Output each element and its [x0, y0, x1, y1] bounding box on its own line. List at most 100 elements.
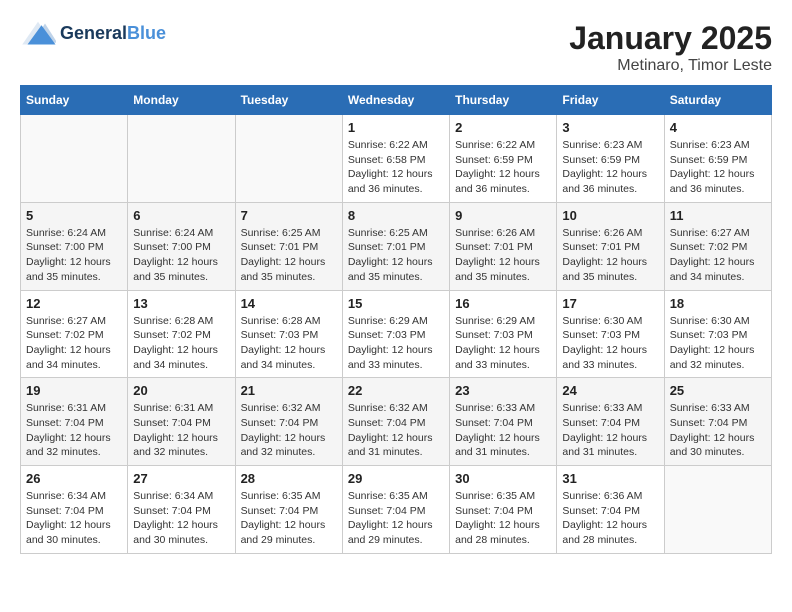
day-info: Sunrise: 6:32 AM Sunset: 7:04 PM Dayligh… [348, 401, 444, 460]
day-number: 28 [241, 471, 337, 486]
day-number: 22 [348, 383, 444, 398]
day-number: 29 [348, 471, 444, 486]
calendar-subtitle: Metinaro, Timor Leste [569, 57, 772, 75]
day-info: Sunrise: 6:23 AM Sunset: 6:59 PM Dayligh… [670, 138, 766, 197]
week-row-5: 26Sunrise: 6:34 AM Sunset: 7:04 PM Dayli… [21, 466, 772, 554]
title-block: January 2025 Metinaro, Timor Leste [569, 20, 772, 75]
calendar-cell: 21 Sunrise: 6:32 AM Sunset: 7:04 PM Dayli… [235, 378, 342, 466]
day-number: 14 [241, 296, 337, 311]
day-number: 5 [26, 208, 122, 223]
calendar-cell: 18 Sunrise: 6:30 AM Sunset: 7:03 PM Dayli… [664, 290, 771, 378]
calendar-cell [664, 466, 771, 554]
day-info: Sunrise: 6:31 AM Sunset: 7:04 PM Dayligh… [26, 401, 122, 460]
calendar-cell: 27Sunrise: 6:34 AM Sunset: 7:04 PM Dayli… [128, 466, 235, 554]
calendar-header-row: SundayMondayTuesdayWednesdayThursdayFrid… [21, 86, 772, 115]
week-row-3: 12Sunrise: 6:27 AM Sunset: 7:02 PM Dayli… [21, 290, 772, 378]
day-number: 1 [348, 120, 444, 135]
day-number: 17 [562, 296, 658, 311]
day-number: 25 [670, 383, 766, 398]
header-day-friday: Friday [557, 86, 664, 115]
day-info: Sunrise: 6:22 AM Sunset: 6:58 PM Dayligh… [348, 138, 444, 197]
day-number: 18 [670, 296, 766, 311]
calendar-cell: 4 Sunrise: 6:23 AM Sunset: 6:59 PM Daylig… [664, 115, 771, 203]
day-number: 31 [562, 471, 658, 486]
calendar-cell [235, 115, 342, 203]
calendar-cell: 28 Sunrise: 6:35 AM Sunset: 7:04 PM Dayli… [235, 466, 342, 554]
calendar-cell: 19Sunrise: 6:31 AM Sunset: 7:04 PM Dayli… [21, 378, 128, 466]
day-info: Sunrise: 6:27 AM Sunset: 7:02 PM Dayligh… [26, 314, 122, 373]
day-info: Sunrise: 6:32 AM Sunset: 7:04 PM Dayligh… [241, 401, 337, 460]
day-info: Sunrise: 6:33 AM Sunset: 7:04 PM Dayligh… [562, 401, 658, 460]
day-info: Sunrise: 6:27 AM Sunset: 7:02 PM Dayligh… [670, 226, 766, 285]
day-info: Sunrise: 6:28 AM Sunset: 7:02 PM Dayligh… [133, 314, 229, 373]
calendar-cell: 10 Sunrise: 6:26 AM Sunset: 7:01 PM Dayli… [557, 202, 664, 290]
calendar-cell: 29Sunrise: 6:35 AM Sunset: 7:04 PM Dayli… [342, 466, 449, 554]
calendar-cell: 22 Sunrise: 6:32 AM Sunset: 7:04 PM Dayli… [342, 378, 449, 466]
calendar-cell: 16 Sunrise: 6:29 AM Sunset: 7:03 PM Dayli… [450, 290, 557, 378]
calendar-cell [21, 115, 128, 203]
header-day-wednesday: Wednesday [342, 86, 449, 115]
header-day-tuesday: Tuesday [235, 86, 342, 115]
calendar-cell: 6Sunrise: 6:24 AM Sunset: 7:00 PM Daylig… [128, 202, 235, 290]
header-day-thursday: Thursday [450, 86, 557, 115]
calendar-cell: 11 Sunrise: 6:27 AM Sunset: 7:02 PM Dayli… [664, 202, 771, 290]
day-info: Sunrise: 6:30 AM Sunset: 7:03 PM Dayligh… [562, 314, 658, 373]
calendar-cell: 2Sunrise: 6:22 AM Sunset: 6:59 PM Daylig… [450, 115, 557, 203]
logo-icon [20, 20, 56, 48]
day-number: 7 [241, 208, 337, 223]
calendar-cell: 5 Sunrise: 6:24 AM Sunset: 7:00 PM Daylig… [21, 202, 128, 290]
calendar-cell: 20Sunrise: 6:31 AM Sunset: 7:04 PM Dayli… [128, 378, 235, 466]
calendar-cell: 3 Sunrise: 6:23 AM Sunset: 6:59 PM Daylig… [557, 115, 664, 203]
day-info: Sunrise: 6:23 AM Sunset: 6:59 PM Dayligh… [562, 138, 658, 197]
calendar-cell: 25 Sunrise: 6:33 AM Sunset: 7:04 PM Dayli… [664, 378, 771, 466]
day-number: 30 [455, 471, 551, 486]
day-number: 10 [562, 208, 658, 223]
day-info: Sunrise: 6:25 AM Sunset: 7:01 PM Dayligh… [348, 226, 444, 285]
day-info: Sunrise: 6:24 AM Sunset: 7:00 PM Dayligh… [133, 226, 229, 285]
calendar-cell: 13 Sunrise: 6:28 AM Sunset: 7:02 PM Dayli… [128, 290, 235, 378]
day-number: 3 [562, 120, 658, 135]
week-row-2: 5 Sunrise: 6:24 AM Sunset: 7:00 PM Daylig… [21, 202, 772, 290]
day-info: Sunrise: 6:36 AM Sunset: 7:04 PM Dayligh… [562, 489, 658, 548]
day-info: Sunrise: 6:24 AM Sunset: 7:00 PM Dayligh… [26, 226, 122, 285]
day-info: Sunrise: 6:34 AM Sunset: 7:04 PM Dayligh… [133, 489, 229, 548]
calendar-cell: 23 Sunrise: 6:33 AM Sunset: 7:04 PM Dayli… [450, 378, 557, 466]
page-header: GeneralBlue January 2025 Metinaro, Timor… [20, 20, 772, 75]
day-number: 15 [348, 296, 444, 311]
day-info: Sunrise: 6:30 AM Sunset: 7:03 PM Dayligh… [670, 314, 766, 373]
day-number: 9 [455, 208, 551, 223]
calendar-title: January 2025 [569, 20, 772, 57]
calendar-cell: 8Sunrise: 6:25 AM Sunset: 7:01 PM Daylig… [342, 202, 449, 290]
day-number: 4 [670, 120, 766, 135]
day-number: 2 [455, 120, 551, 135]
day-info: Sunrise: 6:26 AM Sunset: 7:01 PM Dayligh… [562, 226, 658, 285]
header-day-saturday: Saturday [664, 86, 771, 115]
day-number: 16 [455, 296, 551, 311]
day-number: 13 [133, 296, 229, 311]
logo: GeneralBlue [20, 20, 166, 48]
day-info: Sunrise: 6:29 AM Sunset: 7:03 PM Dayligh… [348, 314, 444, 373]
day-info: Sunrise: 6:35 AM Sunset: 7:04 PM Dayligh… [241, 489, 337, 548]
calendar-cell: 24 Sunrise: 6:33 AM Sunset: 7:04 PM Dayli… [557, 378, 664, 466]
calendar-cell: 26Sunrise: 6:34 AM Sunset: 7:04 PM Dayli… [21, 466, 128, 554]
day-number: 11 [670, 208, 766, 223]
day-info: Sunrise: 6:33 AM Sunset: 7:04 PM Dayligh… [670, 401, 766, 460]
day-info: Sunrise: 6:33 AM Sunset: 7:04 PM Dayligh… [455, 401, 551, 460]
day-info: Sunrise: 6:28 AM Sunset: 7:03 PM Dayligh… [241, 314, 337, 373]
header-day-monday: Monday [128, 86, 235, 115]
logo-text: GeneralBlue [60, 24, 166, 44]
day-number: 24 [562, 383, 658, 398]
calendar-cell: 17 Sunrise: 6:30 AM Sunset: 7:03 PM Dayli… [557, 290, 664, 378]
day-number: 23 [455, 383, 551, 398]
week-row-1: 1 Sunrise: 6:22 AM Sunset: 6:58 PM Daylig… [21, 115, 772, 203]
calendar-cell: 14 Sunrise: 6:28 AM Sunset: 7:03 PM Dayli… [235, 290, 342, 378]
calendar-cell: 7 Sunrise: 6:25 AM Sunset: 7:01 PM Daylig… [235, 202, 342, 290]
day-info: Sunrise: 6:29 AM Sunset: 7:03 PM Dayligh… [455, 314, 551, 373]
calendar-cell: 9Sunrise: 6:26 AM Sunset: 7:01 PM Daylig… [450, 202, 557, 290]
calendar-cell: 15 Sunrise: 6:29 AM Sunset: 7:03 PM Dayli… [342, 290, 449, 378]
day-info: Sunrise: 6:35 AM Sunset: 7:04 PM Dayligh… [455, 489, 551, 548]
calendar-cell: 1 Sunrise: 6:22 AM Sunset: 6:58 PM Daylig… [342, 115, 449, 203]
day-info: Sunrise: 6:25 AM Sunset: 7:01 PM Dayligh… [241, 226, 337, 285]
day-number: 21 [241, 383, 337, 398]
calendar-cell: 30 Sunrise: 6:35 AM Sunset: 7:04 PM Dayli… [450, 466, 557, 554]
